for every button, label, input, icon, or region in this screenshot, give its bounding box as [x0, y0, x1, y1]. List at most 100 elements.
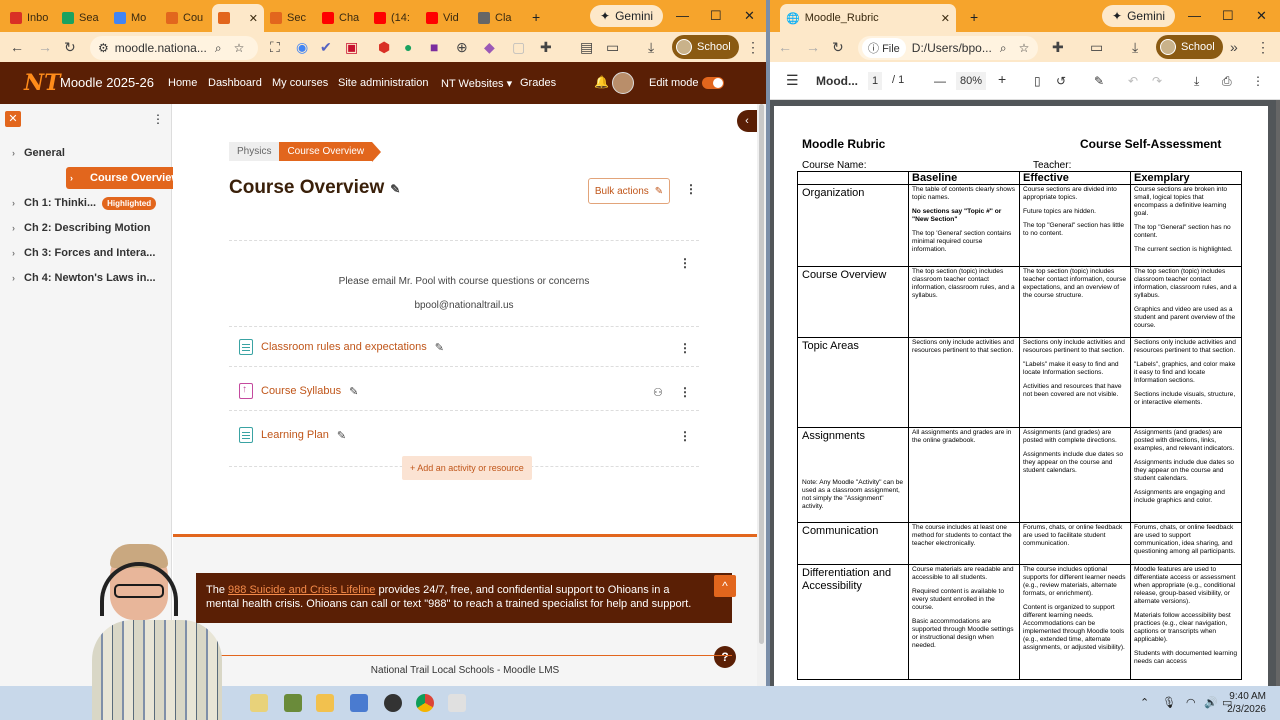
browser-tab[interactable]: Inbo [4, 4, 56, 32]
user-avatar[interactable] [612, 72, 634, 94]
chevron-right-icon[interactable]: › [12, 223, 24, 233]
menu-kebab-icon[interactable]: ⋮ [746, 39, 760, 56]
back-icon[interactable]: ← [778, 39, 792, 55]
site-name[interactable]: Moodle 2025-26 [60, 75, 154, 90]
activity-link[interactable]: Learning Plan [261, 429, 329, 441]
more-chevron-icon[interactable]: » [1230, 39, 1238, 55]
tab-search-icon[interactable]: ▭ [1090, 39, 1103, 56]
chevron-right-icon[interactable]: › [12, 248, 24, 258]
search-icon[interactable]: ⌕ [215, 41, 222, 56]
nav-nt-websites[interactable]: NT Websites ▾ [441, 77, 512, 90]
activity-link[interactable]: Classroom rules and expectations [261, 341, 427, 353]
redo-icon[interactable]: ↷ [1152, 74, 1162, 88]
app-icon[interactable] [448, 694, 466, 712]
chrome-icon[interactable] [416, 694, 434, 712]
browser-tab[interactable]: Sea [56, 4, 108, 32]
moodle-logo-icon[interactable]: NT [24, 70, 60, 96]
breadcrumb-physics[interactable]: Physics [229, 142, 280, 161]
back-icon[interactable]: ← [10, 39, 24, 55]
add-activity-button[interactable]: + Add an activity or resource [402, 456, 532, 480]
summary-kebab-icon[interactable]: ⋮ [679, 256, 691, 270]
print-icon[interactable]: ⎙ [1222, 74, 1232, 89]
profile-button[interactable]: School [1156, 35, 1223, 59]
browser-tab[interactable]: Cla [472, 4, 524, 32]
tab-search-icon[interactable]: ▭ [606, 39, 619, 56]
app-icon[interactable] [284, 694, 302, 712]
download-icon[interactable]: ⤓ [648, 39, 654, 56]
minimize-button[interactable]: — [1188, 8, 1201, 23]
app-icon[interactable] [350, 694, 368, 712]
sidebar-item[interactable]: › Ch 4: Newton's Laws in... [8, 267, 168, 289]
pdf-menu-icon[interactable]: ☰ [786, 72, 799, 89]
bulk-actions-button[interactable]: Bulk actions ✎ [588, 178, 670, 204]
fit-page-icon[interactable]: ▯ [1034, 74, 1041, 88]
rotate-icon[interactable]: ↺ [1056, 74, 1066, 88]
chevron-right-icon[interactable]: › [70, 173, 82, 183]
undo-icon[interactable]: ↶ [1128, 74, 1138, 88]
gemini-button[interactable]: ✦ Gemini [590, 5, 664, 27]
extension-icon[interactable]: ◉ [296, 39, 308, 56]
reload-icon[interactable]: ↻ [832, 39, 844, 56]
menu-kebab-icon[interactable]: ⋮ [1256, 39, 1270, 56]
activity-link[interactable]: Course Syllabus [261, 385, 341, 397]
close-tab-icon[interactable]: ✕ [941, 12, 950, 25]
volume-icon[interactable]: 🔊 [1204, 696, 1218, 709]
edit-pencil-icon[interactable]: ✎ [349, 385, 358, 398]
extension-icon[interactable]: ✔ [320, 39, 332, 56]
page-number-input[interactable]: 1 [868, 72, 883, 90]
section-kebab-icon[interactable]: ⋮ [685, 182, 697, 196]
browser-tab[interactable]: Mo [108, 4, 160, 32]
microphone-icon[interactable]: 🎙 [1162, 696, 1176, 709]
edit-pencil-icon[interactable]: ✎ [435, 341, 444, 354]
activity-kebab-icon[interactable]: ⋮ [679, 385, 691, 399]
activity-item[interactable]: Course Syllabus ✎ [239, 383, 358, 399]
profile-button[interactable]: School [672, 35, 739, 59]
activity-kebab-icon[interactable]: ⋮ [679, 429, 691, 443]
notification-bell-icon[interactable]: 🔔 [594, 75, 609, 89]
file-explorer-icon[interactable] [316, 694, 334, 712]
nav-site-administration[interactable]: Site administration [338, 77, 429, 89]
scrollbar-thumb[interactable] [759, 104, 764, 644]
zoom-level-input[interactable]: 80% [956, 72, 987, 90]
edit-pencil-icon[interactable]: ✎ [390, 182, 400, 196]
file-chip[interactable]: ⓘ File [862, 38, 906, 58]
activity-item[interactable]: Learning Plan ✎ [239, 427, 346, 443]
page-scrollbar[interactable] [757, 104, 766, 686]
browser-tab[interactable]: (14: [368, 4, 420, 32]
browser-tab[interactable]: Cha [316, 4, 368, 32]
download-icon[interactable]: ⤓ [1132, 39, 1138, 56]
extension-icon[interactable]: ▢ [512, 39, 525, 56]
app-icon[interactable] [250, 694, 268, 712]
forward-icon[interactable]: → [38, 39, 52, 55]
activity-kebab-icon[interactable]: ⋮ [679, 341, 691, 355]
zoom-in-icon[interactable]: + [998, 71, 1006, 87]
bookmark-star-icon[interactable]: ☆ [1019, 41, 1030, 55]
nav-home[interactable]: Home [168, 77, 197, 89]
chevron-right-icon[interactable]: › [12, 148, 24, 158]
browser-tab[interactable]: ✕ [212, 4, 264, 32]
address-bar[interactable]: ⚙ moodle.nationa... ⌕ ☆ [90, 36, 258, 60]
system-clock[interactable]: 9:40 AM 2/3/2026 [1227, 690, 1266, 716]
drawer-menu-kebab-icon[interactable]: ⋮ [152, 112, 164, 126]
search-icon[interactable]: ⌕ [1000, 41, 1007, 56]
new-tab-icon[interactable]: + [970, 9, 978, 25]
edit-pencil-icon[interactable]: ✎ [337, 429, 346, 442]
close-drawer-icon[interactable]: ✕ [5, 111, 21, 127]
extension-icon[interactable]: ⬢ [378, 39, 390, 56]
address-bar[interactable]: ⓘ File D:/Users/bpo... ⌕ ☆ [858, 36, 1038, 60]
back-to-top-button[interactable]: ^ [714, 575, 736, 597]
tray-overflow-icon[interactable]: ⌃ [1140, 696, 1149, 709]
sidebar-item[interactable]: › General [8, 142, 168, 164]
group-mode-icon[interactable]: ⚇ [653, 386, 663, 399]
pdf-more-icon[interactable]: ⋮ [1252, 74, 1264, 88]
nav-grades[interactable]: Grades [520, 77, 556, 89]
maximize-button[interactable]: ☐ [710, 8, 722, 24]
annotate-icon[interactable]: ✎ [1094, 74, 1104, 88]
chevron-right-icon[interactable]: › [12, 273, 24, 283]
chevron-right-icon[interactable]: › [12, 198, 24, 208]
minimize-button[interactable]: — [676, 8, 689, 23]
obs-icon[interactable] [384, 694, 402, 712]
screenshot-icon[interactable]: ⛶ [270, 39, 280, 56]
extension-icon[interactable]: ◆ [484, 39, 495, 56]
extension-icon[interactable]: ⊕ [456, 39, 468, 56]
